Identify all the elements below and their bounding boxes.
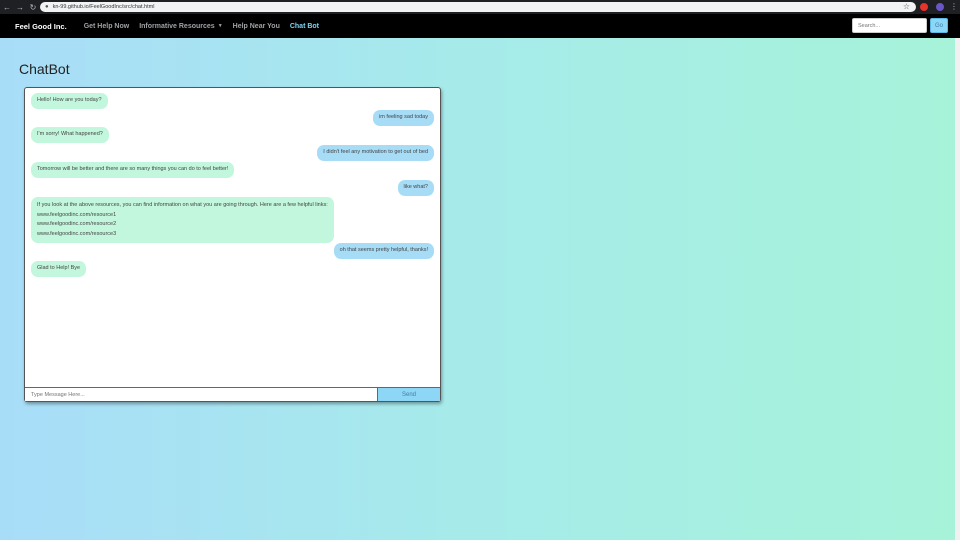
browser-chrome: ← → ↻ ● kn-99.github.io/FeelGoodInc/src/… [0, 0, 960, 14]
user-message: like what? [397, 180, 434, 196]
chat-window: Hello! How are you today? im feeling sad… [24, 87, 441, 402]
message-list: Hello! How are you today? im feeling sad… [25, 88, 440, 387]
go-button[interactable]: Go [930, 18, 948, 33]
bot-message: Tomorrow will be better and there are so… [31, 162, 235, 178]
caret-down-icon: ▼ [217, 22, 223, 29]
nav-link-get-help-now[interactable]: Get Help Now [84, 23, 130, 30]
bookmark-star-icon[interactable]: ☆ [903, 2, 910, 12]
forward-arrow-icon[interactable]: → [14, 3, 26, 12]
resource-link-3[interactable]: www.feelgoodinc.com/resource3 [37, 230, 328, 240]
brand-logo[interactable]: Feel Good Inc. [15, 22, 67, 31]
search-input[interactable] [852, 18, 927, 33]
bot-message: Hello! How are you today? [31, 93, 108, 109]
profile-avatar[interactable] [936, 3, 944, 11]
url-text: kn-99.github.io/FeelGoodInc/src/chat.htm… [52, 4, 155, 10]
nav-link-informative-resources[interactable]: Informative Resources ▼ [139, 23, 222, 30]
nav-link-informative-resources-label: Informative Resources [139, 22, 215, 30]
browser-menu-icon[interactable]: ⋮ [950, 2, 958, 12]
page-scrollbar[interactable] [955, 38, 960, 540]
send-button[interactable]: Send [377, 388, 440, 401]
user-message: im feeling sad today [373, 110, 434, 126]
bot-message-text: If you look at the above resources, you … [37, 202, 328, 208]
message-input[interactable] [25, 388, 377, 401]
resource-link-1[interactable]: www.feelgoodinc.com/resource1 [37, 211, 328, 221]
user-message: I didn't feel any motivation to get out … [317, 145, 434, 161]
resource-link-2[interactable]: www.feelgoodinc.com/resource2 [37, 220, 328, 230]
bot-message-with-links: If you look at the above resources, you … [31, 197, 334, 243]
bot-message: I'm sorry! What happened? [31, 127, 109, 143]
reload-icon[interactable]: ↻ [27, 3, 39, 12]
nav-link-chat-bot[interactable]: Chat Bot [290, 23, 319, 30]
back-arrow-icon[interactable]: ← [1, 3, 13, 12]
extension-icon[interactable] [920, 3, 928, 11]
address-bar[interactable]: ● kn-99.github.io/FeelGoodInc/src/chat.h… [40, 2, 916, 12]
chat-input-row: Send [25, 387, 440, 401]
nav-link-help-near-you[interactable]: Help Near You [233, 23, 280, 30]
page-title: ChatBot [19, 61, 70, 77]
user-message: oh that seems pretty helpful, thanks! [333, 243, 434, 259]
navbar: Feel Good Inc. Get Help Now Informative … [0, 14, 960, 38]
lock-icon: ● [45, 4, 49, 10]
bot-message: Glad to Help! Bye [31, 261, 87, 277]
